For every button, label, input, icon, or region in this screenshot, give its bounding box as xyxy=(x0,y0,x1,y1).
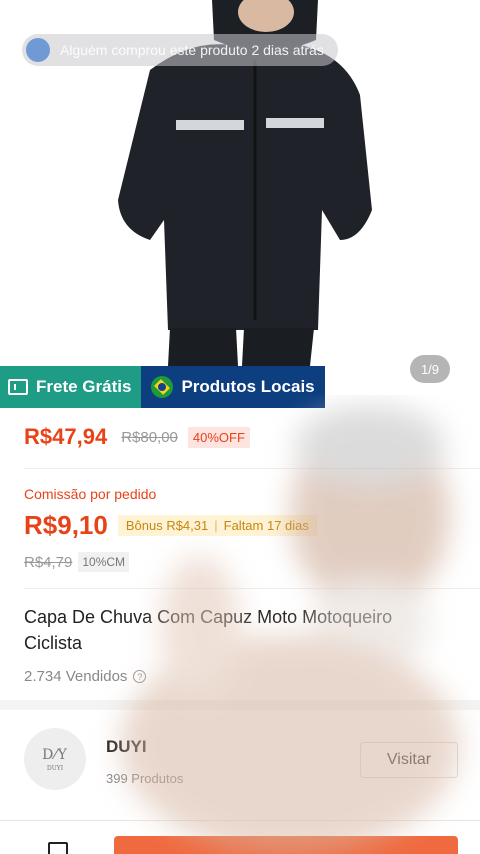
brazil-flag-icon xyxy=(151,376,174,398)
current-price: R$47,94 xyxy=(24,424,108,449)
commission-row: R$9,10 Bônus R$4,31 | Faltam 17 dias xyxy=(24,510,317,541)
bonus-separator: | xyxy=(214,518,218,533)
divider xyxy=(24,468,480,469)
image-counter: 1/9 xyxy=(410,355,450,383)
free-shipping-label: Frete Grátis xyxy=(36,377,132,396)
help-icon[interactable]: ? xyxy=(133,670,147,683)
truck-icon xyxy=(8,379,28,395)
store-logo[interactable]: D⁄Y DUYI xyxy=(24,728,86,790)
local-products-label: Produtos Locais xyxy=(181,377,315,396)
bonus-remaining: Faltam 17 dias xyxy=(223,518,309,533)
purchase-notification: Alguém comprou este produto 2 dias atrás xyxy=(22,34,338,66)
store-icon[interactable] xyxy=(48,842,68,854)
product-title: Capa De Chuva Com Capuz Moto Motoqueiro … xyxy=(24,607,393,653)
commission-percent: 10%CM xyxy=(78,552,130,572)
original-price: R$80,00 xyxy=(121,428,178,446)
section-gap xyxy=(0,700,480,710)
bonus-amount: Bônus R$4,31 xyxy=(125,518,209,533)
store-product-count: 399 Produtos xyxy=(106,771,184,786)
commission-value: R$9,10 xyxy=(24,510,108,540)
store-logo-text: DUYI xyxy=(46,764,64,772)
free-shipping-badge: Frete Grátis xyxy=(0,366,142,408)
sold-count: 2.734 Vendidos ? xyxy=(24,668,147,685)
store-logo-monogram: D⁄Y xyxy=(42,746,68,763)
sold-count-text: 2.734 Vendidos xyxy=(24,668,128,685)
price-row: R$47,94 R$80,00 40%OFF xyxy=(24,424,250,450)
discount-badge: 40%OFF xyxy=(187,426,250,448)
buyer-avatar-icon xyxy=(26,38,50,62)
notification-text: Alguém comprou este produto 2 dias atrás xyxy=(60,42,324,58)
bottom-bar-divider xyxy=(0,820,480,821)
primary-action-button[interactable] xyxy=(114,836,458,854)
commission-rate-row: R$4,79 10%CM xyxy=(24,552,130,572)
commission-label: Comissão por pedido xyxy=(24,486,157,502)
local-products-badge: Produtos Locais xyxy=(141,366,325,408)
product-badges: Frete Grátis Produtos Locais xyxy=(0,366,325,408)
product-image-gallery[interactable]: Alguém comprou este produto 2 dias atrás xyxy=(0,0,480,366)
store-name[interactable]: DUYI xyxy=(106,737,147,757)
bonus-tag: Bônus R$4,31 | Faltam 17 dias xyxy=(117,515,317,536)
original-commission: R$4,79 xyxy=(24,553,73,571)
divider xyxy=(24,588,480,589)
visit-store-button[interactable]: Visitar xyxy=(360,742,458,778)
